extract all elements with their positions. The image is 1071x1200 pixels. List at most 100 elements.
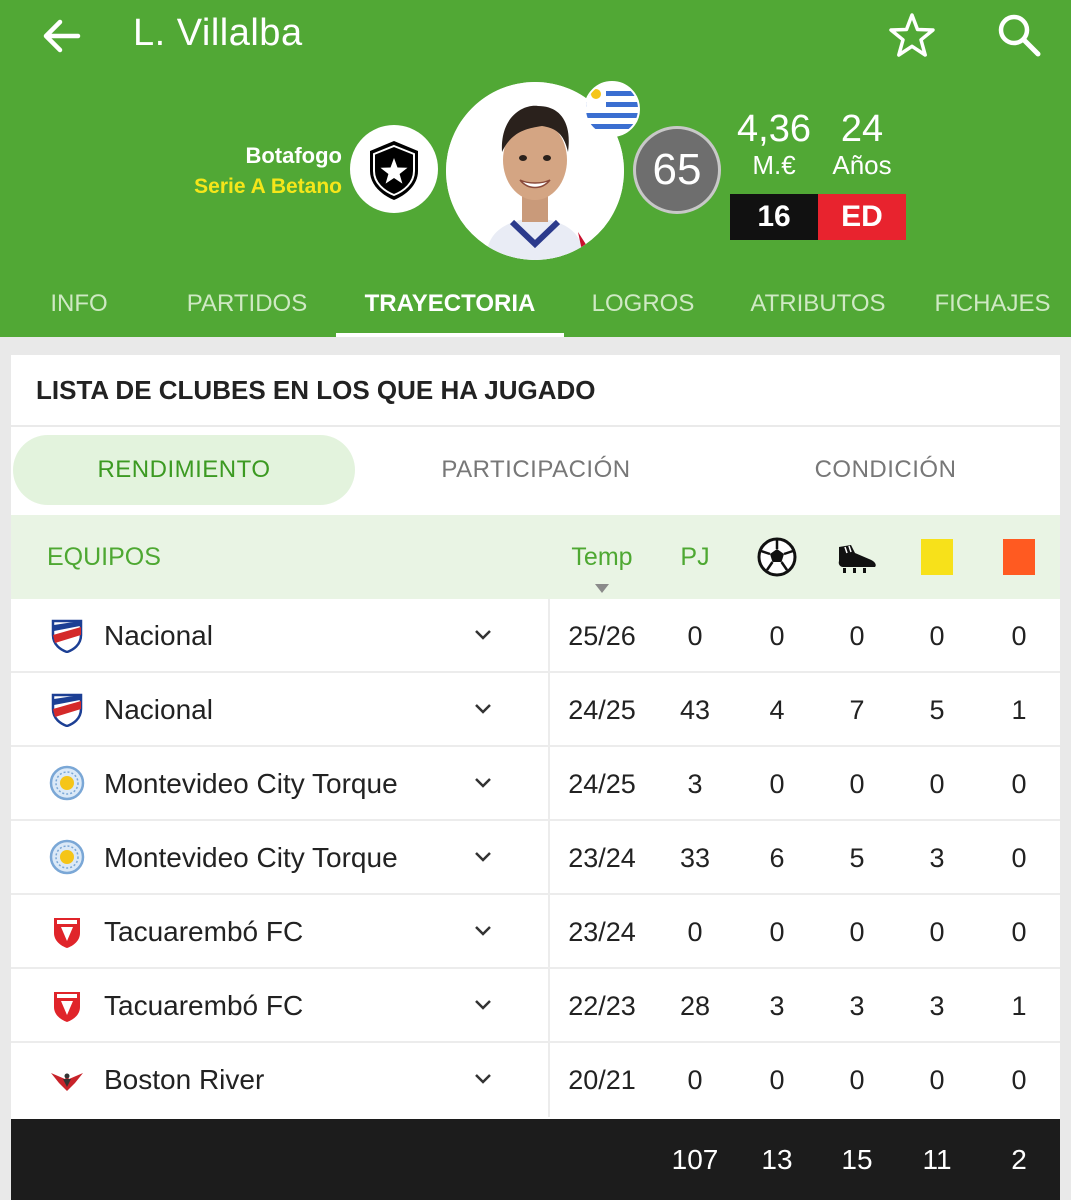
tacuarembo-crest-icon [49, 913, 85, 949]
column-divider [548, 821, 550, 895]
total-red-cards: 2 [1011, 1143, 1027, 1175]
season-cell: 23/24 [568, 916, 636, 947]
league-name[interactable]: Serie A Betano [194, 175, 342, 199]
season-cell: 20/21 [568, 1064, 636, 1095]
tab-info[interactable]: INFO [0, 270, 158, 337]
tab-fichajes[interactable]: FICHAJES [914, 270, 1071, 337]
column-divider [548, 969, 550, 1043]
player-position: ED [818, 194, 906, 240]
season-cell: 22/23 [568, 990, 636, 1021]
tab-trayectoria[interactable]: TRAYECTORIA [336, 270, 564, 337]
total-assists: 15 [841, 1143, 873, 1175]
tacuarembo-crest-icon [49, 987, 85, 1023]
profile-tabs: INFO PARTIDOS TRAYECTORIA LOGROS ATRIBUT… [0, 270, 1071, 337]
column-header-played[interactable]: PJ [663, 515, 727, 599]
chevron-down-icon[interactable] [473, 1069, 493, 1089]
shirt-number: 16 [730, 194, 818, 240]
red-cards-cell: 0 [1011, 620, 1027, 651]
red-cards-cell: 0 [1011, 768, 1027, 799]
player-name: L. Villalba [133, 12, 303, 54]
nationality-flag [584, 81, 640, 137]
table-row: Montevideo City Torque 24/25 3 0 0 0 0 [11, 747, 1060, 821]
column-header-assists[interactable] [825, 515, 889, 599]
red-cards-cell: 1 [1011, 694, 1027, 725]
yellow-cards-cell: 0 [929, 916, 945, 947]
column-divider [548, 673, 550, 747]
montevideo-city-torque-crest-icon [49, 765, 85, 801]
yellow-cards-cell: 0 [929, 768, 945, 799]
yellow-card-icon [921, 539, 953, 575]
chevron-down-icon[interactable] [473, 995, 493, 1015]
market-value-unit: M.€ [752, 150, 796, 180]
montevideo-city-torque-crest-icon [49, 839, 85, 875]
column-header-red[interactable] [987, 515, 1051, 599]
goals-cell: 0 [769, 916, 785, 947]
player-age-unit: Años [832, 150, 892, 180]
stats-subtabs: RENDIMIENTO PARTICIPACIÓN CONDICIÓN [11, 427, 1060, 515]
club-name[interactable]: Botafogo [245, 143, 342, 169]
nacional-crest-icon [49, 691, 85, 728]
goals-cell: 6 [769, 842, 785, 873]
player-age: 24 [840, 108, 884, 150]
subtab-rendimiento[interactable]: RENDIMIENTO [13, 435, 355, 505]
season-cell: 24/25 [568, 694, 636, 725]
total-goals: 13 [761, 1143, 793, 1175]
team-name[interactable]: Nacional [104, 673, 213, 747]
assists-cell: 0 [849, 768, 865, 799]
goals-cell: 4 [769, 694, 785, 725]
table-row: Tacuarembó FC 23/24 0 0 0 0 0 [11, 895, 1060, 969]
table-row: Montevideo City Torque 23/24 33 6 5 3 0 [11, 821, 1060, 895]
assists-cell: 0 [849, 1064, 865, 1095]
subtab-participacion[interactable]: PARTICIPACIÓN [361, 435, 711, 505]
tab-partidos[interactable]: PARTIDOS [158, 270, 336, 337]
column-divider [548, 1043, 550, 1117]
tab-atributos[interactable]: ATRIBUTOS [722, 270, 914, 337]
table-header: EQUIPOS Temp PJ [11, 515, 1060, 599]
tab-logros[interactable]: LOGROS [564, 270, 722, 337]
column-header-goals[interactable] [745, 515, 809, 599]
team-name[interactable]: Montevideo City Torque [104, 747, 398, 821]
chevron-down-icon[interactable] [473, 847, 493, 867]
team-name[interactable]: Montevideo City Torque [104, 821, 398, 895]
column-divider [548, 895, 550, 969]
assists-cell: 7 [849, 694, 865, 725]
played-cell: 0 [687, 620, 703, 651]
chevron-down-icon[interactable] [473, 699, 493, 719]
card-title: LISTA DE CLUBES EN LOS QUE HA JUGADO [36, 375, 596, 405]
nacional-crest-icon [49, 617, 85, 654]
favorite-button[interactable] [886, 10, 938, 62]
yellow-cards-cell: 3 [929, 842, 945, 873]
team-name[interactable]: Tacuarembó FC [104, 969, 303, 1043]
played-cell: 0 [687, 1064, 703, 1095]
column-divider [548, 747, 550, 821]
played-cell: 33 [679, 842, 711, 873]
star-icon [889, 13, 935, 57]
back-button[interactable] [38, 12, 86, 60]
total-yellow-cards: 11 [922, 1143, 952, 1175]
season-cell: 24/25 [568, 768, 636, 799]
club-logo[interactable] [350, 125, 438, 213]
red-cards-cell: 1 [1011, 990, 1027, 1021]
goals-cell: 0 [769, 768, 785, 799]
team-name[interactable]: Boston River [104, 1043, 264, 1117]
yellow-cards-cell: 0 [929, 1064, 945, 1095]
season-cell: 25/26 [568, 620, 636, 651]
chevron-down-icon[interactable] [473, 921, 493, 941]
red-cards-cell: 0 [1011, 916, 1027, 947]
column-header-team: EQUIPOS [47, 542, 161, 571]
yellow-cards-cell: 5 [929, 694, 945, 725]
table-row: Boston River 20/21 0 0 0 0 0 [11, 1043, 1060, 1117]
search-button[interactable] [994, 10, 1044, 60]
market-value: 4,36 [737, 108, 811, 150]
chevron-down-icon[interactable] [473, 773, 493, 793]
sort-desc-icon [595, 584, 609, 593]
assists-cell: 3 [849, 990, 865, 1021]
chevron-down-icon[interactable] [473, 625, 493, 645]
subtab-condicion[interactable]: CONDICIÓN [711, 435, 1060, 505]
table-row: Tacuarembó FC 22/23 28 3 3 3 1 [11, 969, 1060, 1043]
team-name[interactable]: Tacuarembó FC [104, 895, 303, 969]
column-divider [548, 599, 550, 673]
soccer-ball-icon [757, 537, 797, 577]
team-name[interactable]: Nacional [104, 599, 213, 673]
column-header-yellow[interactable] [905, 515, 969, 599]
